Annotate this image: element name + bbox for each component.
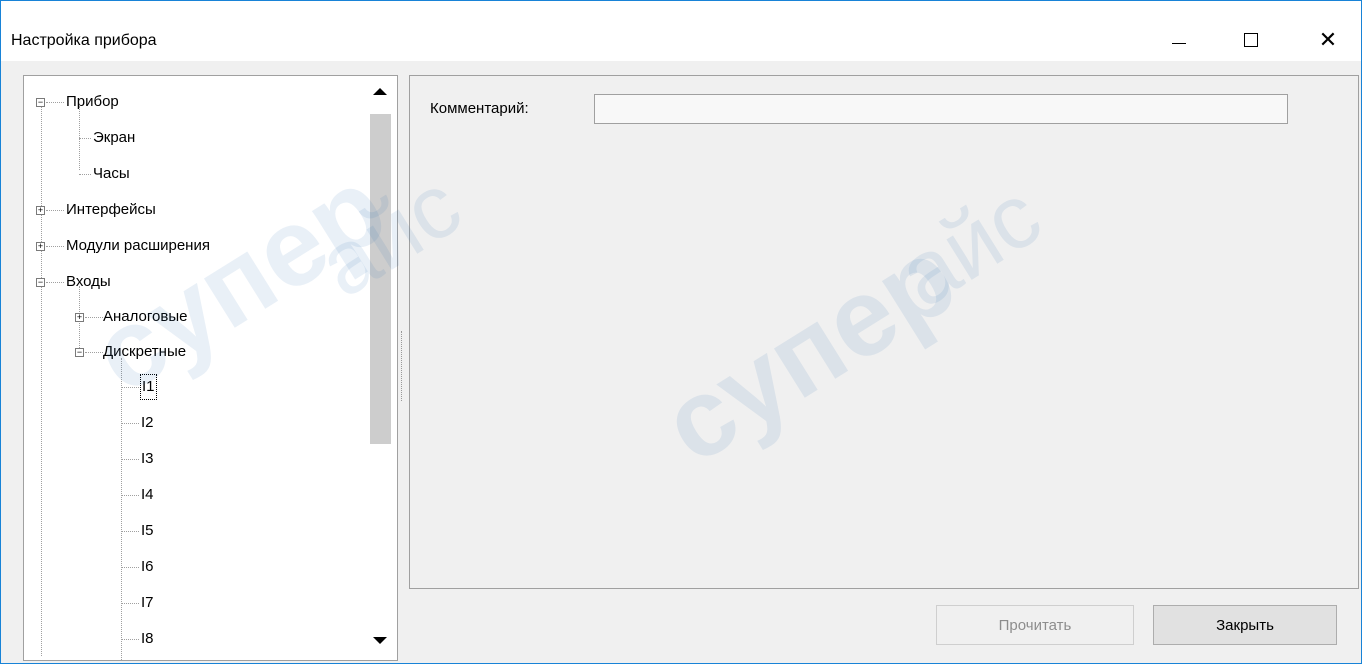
tree-node-label: Дискретные: [103, 343, 187, 360]
tree-node-label: Экран: [93, 129, 136, 146]
close-button[interactable]: Закрыть: [1153, 605, 1337, 645]
read-button[interactable]: Прочитать: [936, 605, 1134, 645]
tree-node-label: I7: [141, 594, 154, 611]
tree-node-label: I8: [141, 630, 154, 647]
tree-node-label: I2: [141, 414, 154, 431]
maximize-button[interactable]: [1229, 19, 1273, 61]
content-panel: Комментарий:: [409, 75, 1359, 589]
tree-scrollbar[interactable]: [365, 76, 397, 660]
scroll-down-icon[interactable]: [373, 637, 387, 644]
comment-input[interactable]: [594, 94, 1288, 124]
expand-icon[interactable]: +: [36, 242, 45, 251]
title-bar[interactable]: Настройка прибора ✕: [1, 1, 1361, 61]
collapse-icon[interactable]: −: [36, 278, 45, 287]
tree-node-label: Входы: [66, 273, 111, 290]
collapse-icon[interactable]: −: [75, 348, 84, 357]
tree-node-label: Аналоговые: [103, 308, 188, 325]
tree-node-label: Модули расширения: [66, 237, 210, 254]
minimize-icon: [1172, 42, 1186, 44]
tree-node-label: Прибор: [66, 93, 119, 110]
tree-node-label: Интерфейсы: [66, 201, 156, 218]
device-tree[interactable]: − Прибор Экран Часы + Интерфейсы + Модул…: [23, 75, 398, 661]
expand-icon[interactable]: +: [75, 313, 84, 322]
tree-node-label: I1: [140, 374, 157, 400]
close-window-button[interactable]: ✕: [1306, 19, 1350, 61]
tree-node-label: I4: [141, 486, 154, 503]
tree-node-label: I5: [141, 522, 154, 539]
settings-window: Настройка прибора ✕ − Прибор Экран Часы …: [0, 0, 1362, 664]
scroll-thumb[interactable]: [370, 114, 391, 444]
tree-line: [41, 106, 42, 656]
minimize-button[interactable]: [1157, 19, 1201, 61]
panel-splitter[interactable]: [401, 331, 405, 401]
scroll-up-icon[interactable]: [373, 88, 387, 95]
tree-node-label: I3: [141, 450, 154, 467]
maximize-icon: [1244, 33, 1258, 47]
tree-node-label: Часы: [93, 165, 130, 182]
tree-line: [121, 358, 122, 660]
window-title: Настройка прибора: [11, 32, 157, 49]
tree-node-label: I6: [141, 558, 154, 575]
comment-label: Комментарий:: [430, 100, 529, 117]
expand-icon[interactable]: +: [36, 206, 45, 215]
collapse-icon[interactable]: −: [36, 98, 45, 107]
close-icon: ✕: [1318, 27, 1338, 52]
